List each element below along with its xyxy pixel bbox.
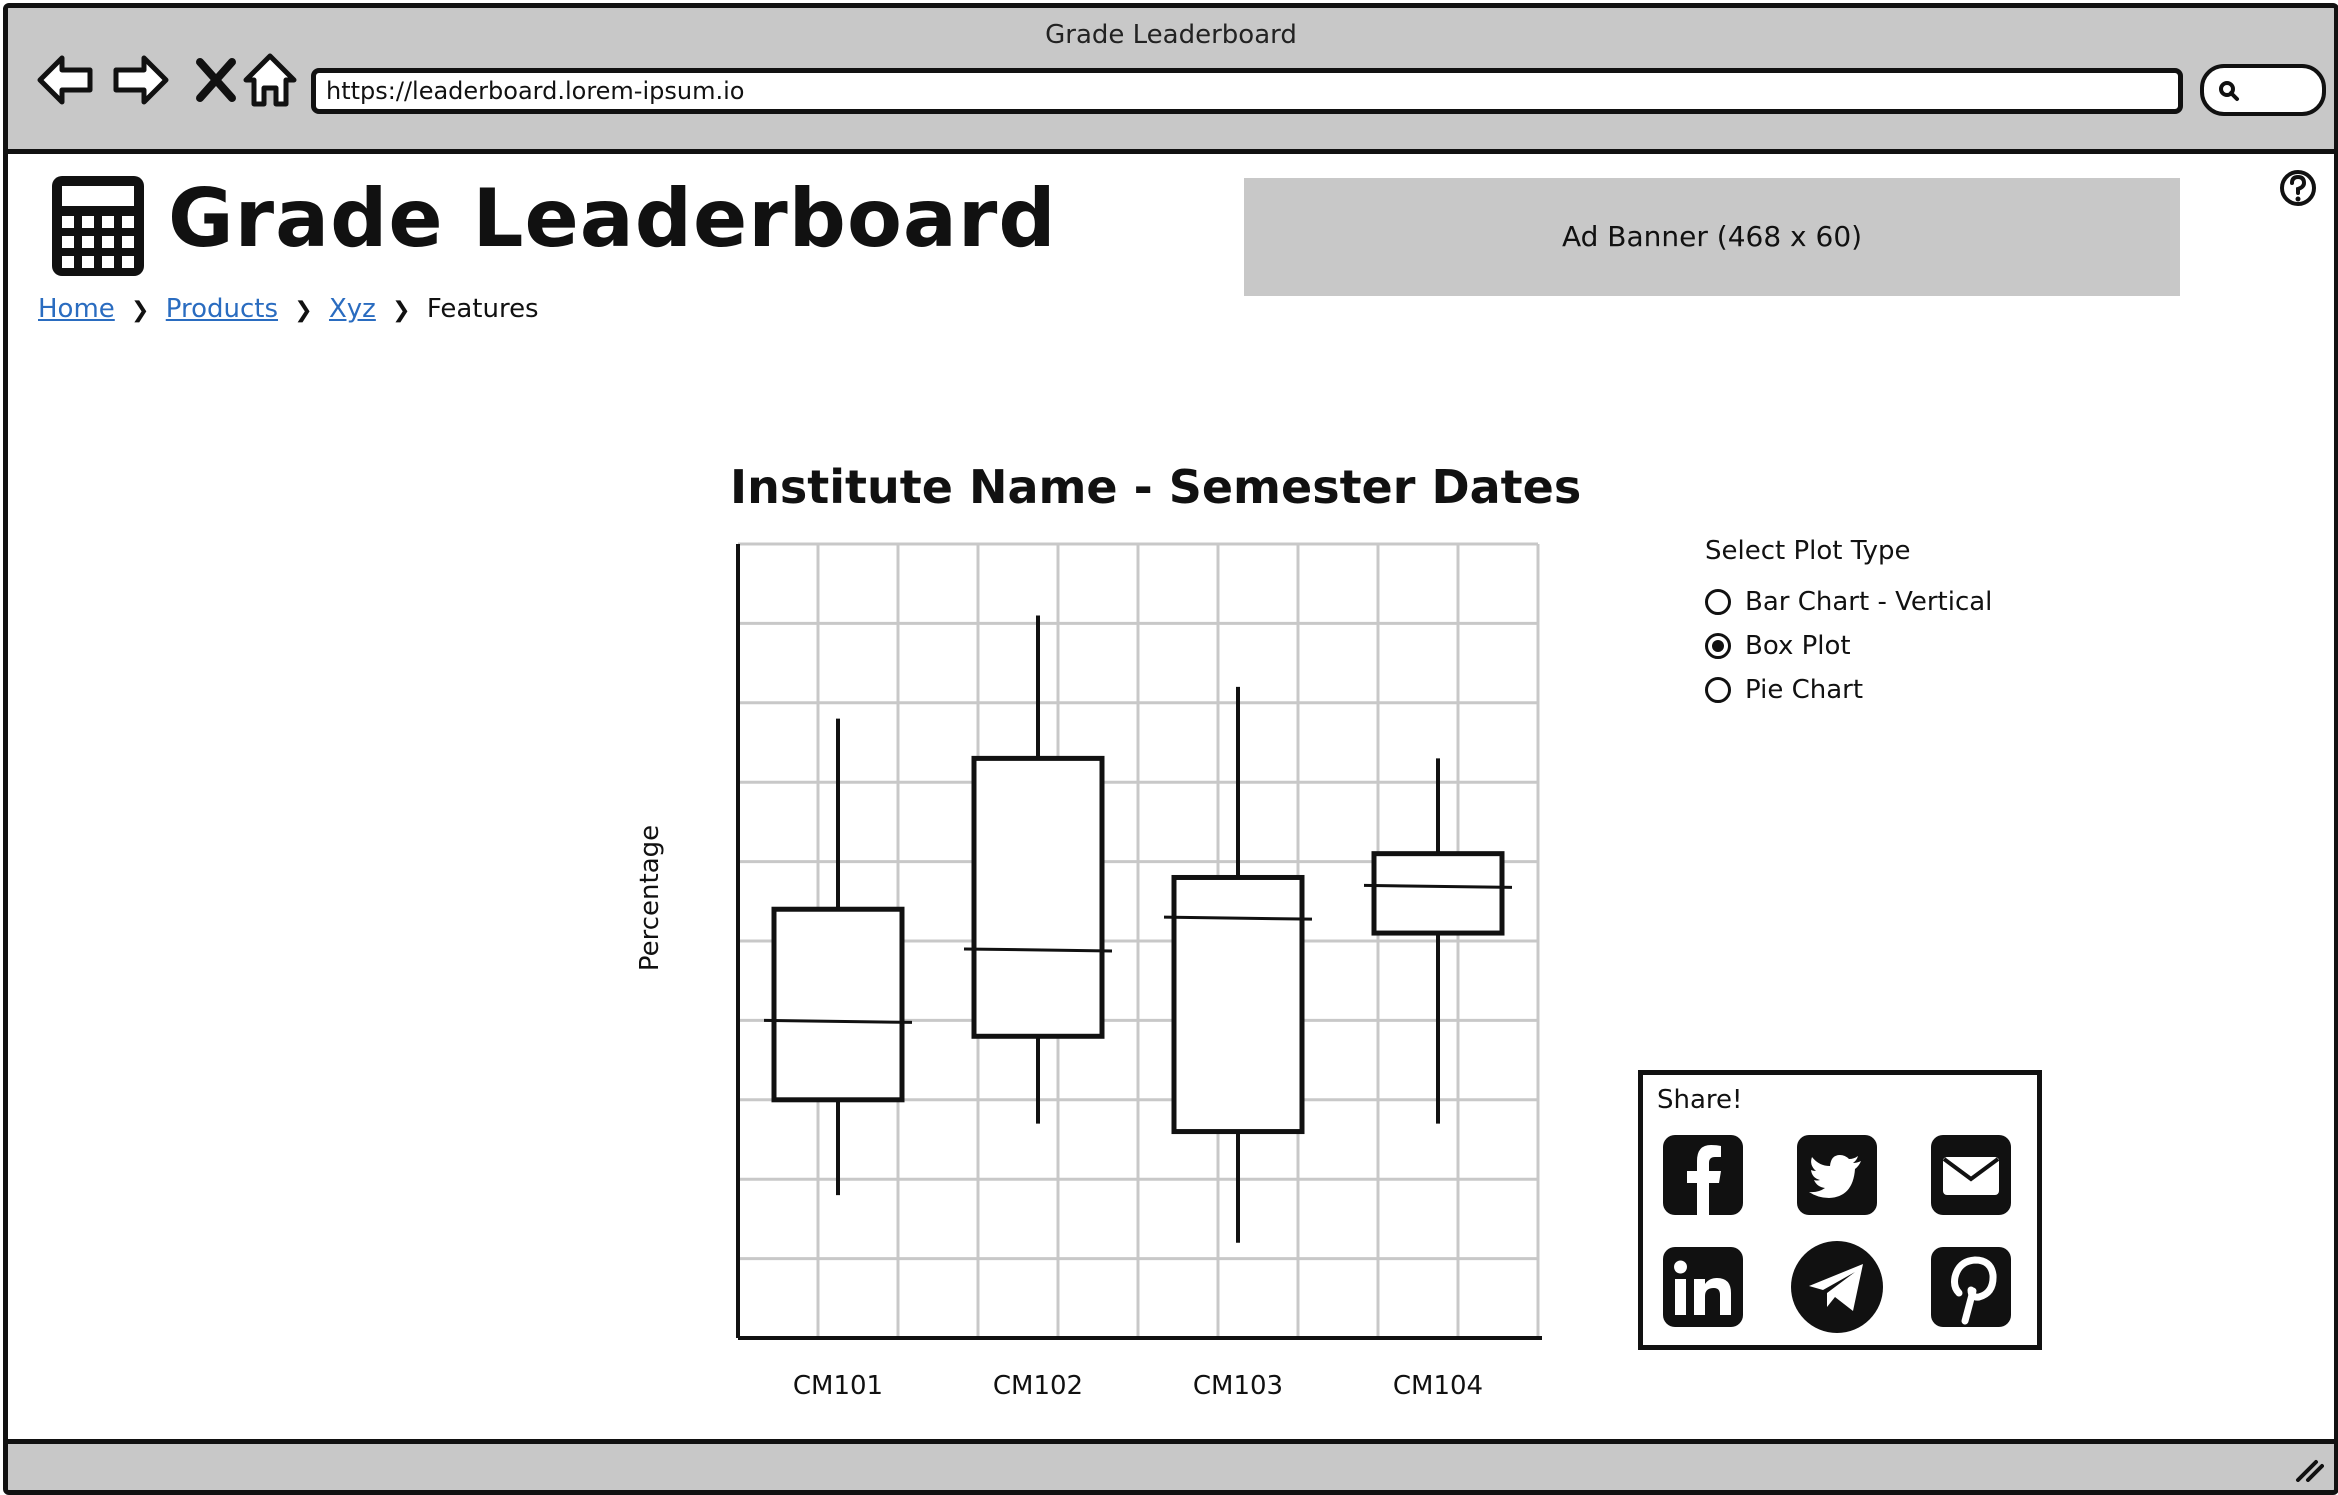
share-panel: Share! <box>1638 1070 2042 1350</box>
back-icon[interactable] <box>36 50 96 110</box>
box-cm101 <box>771 906 905 1103</box>
box-cm103 <box>1171 874 1305 1135</box>
median-line <box>763 1018 913 1024</box>
radio-box-plot[interactable]: Box Plot <box>1705 624 1992 668</box>
radio-button[interactable] <box>1705 589 1731 615</box>
search-icon <box>2219 81 2239 101</box>
radio-button[interactable] <box>1705 677 1731 703</box>
linkedin-icon[interactable] <box>1661 1245 1745 1329</box>
box-plot-chart: CM101 CM102 CM103 CM104 <box>736 542 1542 1401</box>
x-tick-label: CM102 <box>993 1371 1083 1401</box>
stop-icon[interactable] <box>186 50 246 110</box>
radio-label: Box Plot <box>1745 631 1851 661</box>
x-tick-label: CM101 <box>793 1371 883 1401</box>
chevron-right-icon: ❯ <box>392 298 411 323</box>
box-cm102 <box>971 755 1105 1039</box>
y-axis-label: Percentage <box>635 824 665 972</box>
app-title: Grade Leaderboard <box>168 172 1057 265</box>
chevron-right-icon: ❯ <box>294 298 313 323</box>
ad-banner[interactable]: Ad Banner (468 x 60) <box>1244 178 2180 296</box>
chart-title: Institute Name - Semester Dates <box>730 460 1582 514</box>
browser-window: Grade Leaderboard https://leaderboard.lo… <box>3 3 2338 1495</box>
chevron-right-icon: ❯ <box>131 298 150 323</box>
facebook-icon[interactable] <box>1661 1133 1745 1217</box>
breadcrumb-products[interactable]: Products <box>166 294 278 324</box>
resize-grip-icon[interactable] <box>2294 1454 2324 1482</box>
home-icon[interactable] <box>240 50 300 110</box>
median-line <box>1163 915 1313 921</box>
median-line <box>1363 883 1513 889</box>
window-title: Grade Leaderboard <box>1045 20 1297 50</box>
status-bar <box>8 1439 2334 1490</box>
email-icon[interactable] <box>1929 1133 2013 1217</box>
telegram-icon[interactable] <box>1789 1239 1885 1335</box>
browser-toolbar: Grade Leaderboard https://leaderboard.lo… <box>8 8 2334 154</box>
x-tick-label: CM104 <box>1393 1371 1483 1401</box>
url-bar[interactable]: https://leaderboard.lorem-ipsum.io <box>311 68 2183 114</box>
radio-bar-chart[interactable]: Bar Chart - Vertical <box>1705 580 1992 624</box>
median-line <box>963 947 1113 953</box>
plot-type-label: Select Plot Type <box>1705 536 1911 566</box>
twitter-icon[interactable] <box>1795 1133 1879 1217</box>
box-cm104 <box>1371 851 1505 936</box>
breadcrumb: Home ❯ Products ❯ Xyz ❯ Features <box>38 294 539 324</box>
radio-pie-chart[interactable]: Pie Chart <box>1705 668 1992 712</box>
radio-label: Pie Chart <box>1745 675 1864 705</box>
radio-button-selected[interactable] <box>1705 633 1731 659</box>
forward-icon[interactable] <box>110 50 170 110</box>
plot-type-selector: Select Plot Type Bar Chart - Vertical Bo… <box>1705 536 1992 712</box>
breadcrumb-home[interactable]: Home <box>38 294 115 324</box>
x-tick-label: CM103 <box>1193 1371 1283 1401</box>
breadcrumb-current: Features <box>426 294 539 324</box>
breadcrumb-xyz[interactable]: Xyz <box>329 294 376 324</box>
browser-search[interactable] <box>2200 64 2326 116</box>
calculator-icon <box>52 176 144 276</box>
radio-label: Bar Chart - Vertical <box>1745 587 1993 617</box>
help-icon[interactable] <box>2278 168 2318 208</box>
pinterest-icon[interactable] <box>1929 1245 2013 1329</box>
share-label: Share! <box>1657 1085 1743 1115</box>
